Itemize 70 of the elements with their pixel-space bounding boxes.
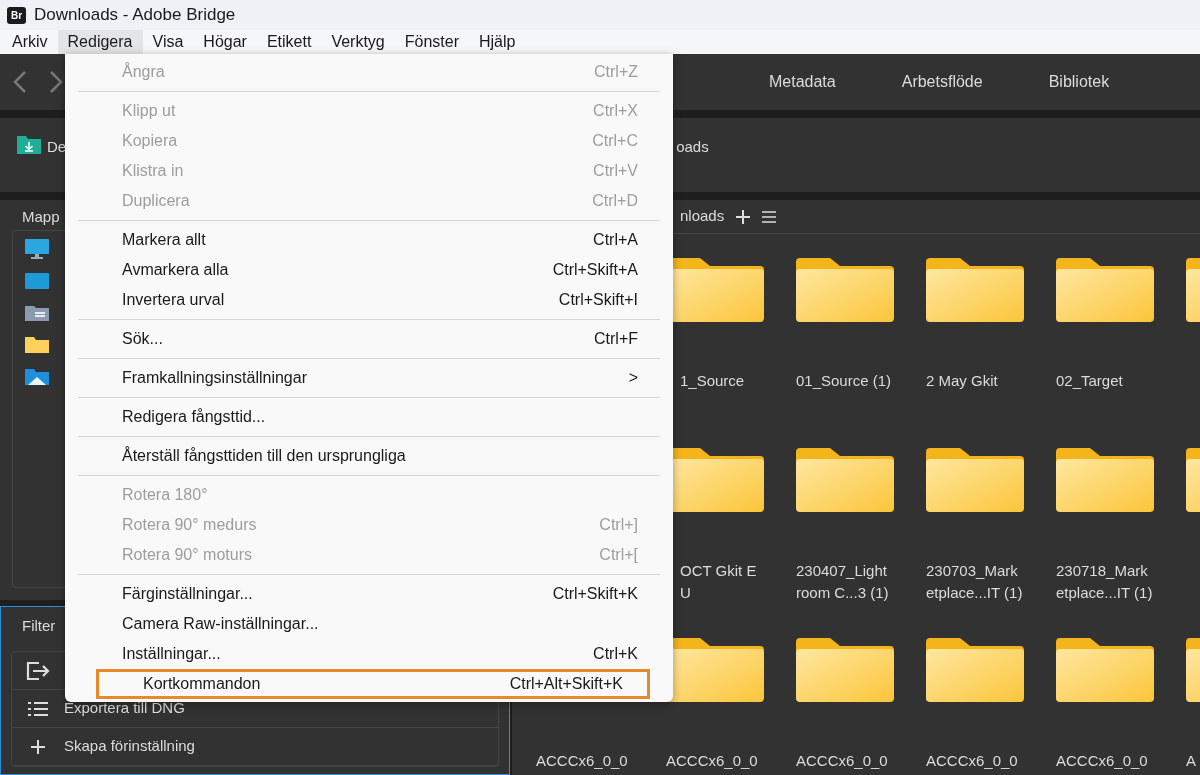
folder-icon: [796, 258, 894, 322]
filter-label: Exportera till DNG: [64, 698, 185, 719]
folder-name: 230407_Light: [796, 561, 888, 581]
menu-bar-item[interactable]: Visa: [142, 30, 194, 54]
folder-name: ACCCx6_0_0: [796, 751, 889, 771]
folder-name: 1_Source: [680, 371, 746, 391]
export-icon: [26, 660, 50, 681]
menu-item[interactable]: Framkallningsinställningar >: [78, 363, 660, 393]
menu-item[interactable]: Återställ fångsttiden till den ursprungliga: [78, 441, 660, 471]
menu-item[interactable]: Färginställningar... Ctrl+Skift+K: [78, 579, 660, 609]
workspace-tab[interactable]: Arbetsflöde: [901, 70, 983, 94]
folder-icon: [926, 638, 1024, 702]
downloads-folder-icon: [17, 136, 41, 154]
folder-name: 02_Target: [1056, 371, 1124, 391]
menu-item[interactable]: Redigera fångsttid...: [78, 402, 660, 432]
folder-icon: [796, 448, 894, 512]
plus-icon: [31, 739, 45, 754]
folder-name: 230703_Mark: [926, 561, 1019, 581]
workspace-tab[interactable]: Metadata: [769, 70, 836, 94]
menu-item[interactable]: Sök... Ctrl+F: [78, 324, 660, 354]
folder-name: 230718_Mark: [1056, 561, 1149, 581]
menu-item[interactable]: Kortkommandon Ctrl+Alt+Skift+K: [96, 669, 650, 699]
folder-icon: [1056, 448, 1154, 512]
filter-label: Skapa förinställning: [64, 736, 195, 757]
pictures-folder-icon: [25, 369, 49, 385]
plus-icon: [736, 209, 751, 224]
folder-name: OCT Gkit E: [680, 561, 758, 581]
menu-item[interactable]: Invertera urval Ctrl+Skift+I: [78, 285, 660, 315]
forward-icon: [48, 70, 64, 94]
app-logo: Br: [7, 6, 26, 24]
folder-icon: [926, 258, 1024, 322]
menu-bar-item[interactable]: Fönster: [394, 30, 469, 54]
folder-name: ACCCx6_0_0: [666, 751, 759, 771]
folder-icon: [25, 337, 49, 353]
folder-icon: [926, 448, 1024, 512]
path-text[interactable]: oads: [676, 136, 709, 159]
folder-name: U: [680, 583, 692, 603]
folder-name: etplace...IT (1): [926, 583, 1024, 603]
menu-bar-item[interactable]: Hjälp: [469, 30, 526, 54]
folder-name: 01_Source (1): [796, 371, 893, 391]
folder-name: ACCCx6_0_0: [1056, 751, 1149, 771]
filter-row[interactable]: Skapa förinställning: [12, 728, 498, 766]
menu-icon: [762, 210, 777, 223]
folder-name: etplace...IT (1): [1056, 583, 1154, 603]
folder-icon: [1056, 258, 1154, 322]
content-path: nloads: [680, 206, 725, 227]
menu-item[interactable]: Inställningar... Ctrl+K: [78, 639, 660, 669]
menu-item[interactable]: Camera Raw-inställningar...: [78, 609, 660, 639]
folder-name: room C...3 (1): [796, 583, 890, 603]
menu-bar-item[interactable]: Högar: [193, 30, 257, 54]
folder-name: A: [1186, 751, 1197, 771]
window-title: Downloads - Adobe Bridge: [34, 4, 236, 27]
folder-name: 2 May Gkit: [926, 371, 999, 391]
folder-name: ACCCx6_0_0: [536, 751, 629, 771]
folder-icon: [1056, 638, 1154, 702]
menu-bar-item[interactable]: Verktyg: [321, 30, 395, 54]
monitor-icon: [25, 239, 49, 259]
list-icon: [28, 700, 48, 717]
folder-name: ACCCx6_0_0: [926, 751, 1019, 771]
desktop-icon: [25, 273, 49, 289]
folder-icon: [796, 638, 894, 702]
menu-bar-item[interactable]: Etikett: [256, 30, 322, 54]
back-icon: [12, 70, 28, 94]
menu-bar-item[interactable]: Redigera: [57, 30, 143, 54]
menu-bar-item[interactable]: Arkiv: [2, 30, 58, 54]
menu-item[interactable]: Markera allt Ctrl+A: [78, 225, 660, 255]
documents-folder-icon: [25, 305, 49, 321]
workspace-tab[interactable]: Bibliotek: [1048, 70, 1110, 94]
menu-item[interactable]: Avmarkera alla Ctrl+Skift+A: [78, 255, 660, 285]
path-text[interactable]: De: [47, 136, 67, 159]
